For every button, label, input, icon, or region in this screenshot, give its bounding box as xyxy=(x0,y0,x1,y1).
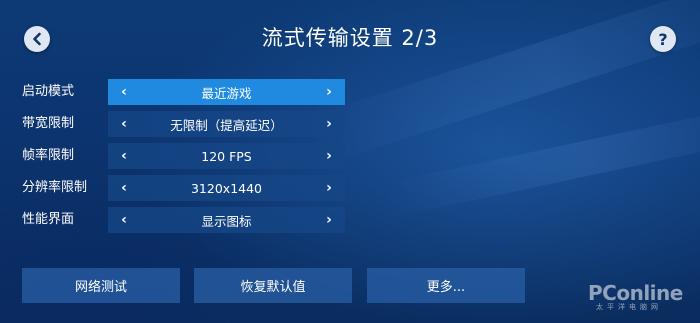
more-button[interactable]: 更多... xyxy=(367,268,525,303)
setting-value: 3120x1440 xyxy=(190,180,263,196)
background-streak xyxy=(380,96,700,219)
setting-value: 120 FPS xyxy=(201,148,252,164)
question-mark-icon: ? xyxy=(658,29,668,49)
chevron-left-icon[interactable]: ‹ xyxy=(118,84,130,100)
setting-selector-bandwidth-limit[interactable]: ‹ 无限制（提高延迟） › xyxy=(108,111,345,137)
setting-selector-resolution-limit[interactable]: ‹ 3120x1440 › xyxy=(108,175,345,201)
setting-selector-launch-mode[interactable]: ‹ 最近游戏 › xyxy=(108,79,345,105)
chevron-right-icon[interactable]: › xyxy=(323,148,335,164)
chevron-right-icon[interactable]: › xyxy=(323,212,335,228)
setting-label-resolution-limit: 分辨率限制 xyxy=(22,180,88,195)
watermark-logo: PConline 太平洋电脑网 xyxy=(588,283,683,312)
setting-label-framerate-limit: 帧率限制 xyxy=(22,148,75,163)
setting-label-launch-mode: 启动模式 xyxy=(22,84,75,99)
setting-value: 无限制（提高延迟） xyxy=(170,117,283,133)
setting-selector-framerate-limit[interactable]: ‹ 120 FPS › xyxy=(108,143,345,169)
chevron-left-icon[interactable]: ‹ xyxy=(118,148,130,164)
chevron-right-icon[interactable]: › xyxy=(323,116,335,132)
setting-value: 最近游戏 xyxy=(201,85,252,101)
setting-label-bandwidth-limit: 带宽限制 xyxy=(22,116,75,131)
chevron-right-icon[interactable]: › xyxy=(323,84,335,100)
chevron-left-icon[interactable]: ‹ xyxy=(118,180,130,196)
watermark-main-text: PConline xyxy=(588,281,683,305)
help-button[interactable]: ? xyxy=(650,26,676,52)
setting-selector-performance-overlay[interactable]: ‹ 显示图标 › xyxy=(108,207,345,233)
chevron-left-icon[interactable]: ‹ xyxy=(118,212,130,228)
chevron-left-icon[interactable]: ‹ xyxy=(118,116,130,132)
setting-value: 显示图标 xyxy=(201,213,252,229)
restore-defaults-button[interactable]: 恢复默认值 xyxy=(194,268,352,303)
chevron-right-icon[interactable]: › xyxy=(323,180,335,196)
setting-label-performance-overlay: 性能界面 xyxy=(22,212,75,227)
page-title: 流式传输设置 2/3 xyxy=(261,26,439,50)
network-test-button[interactable]: 网络测试 xyxy=(22,268,180,303)
